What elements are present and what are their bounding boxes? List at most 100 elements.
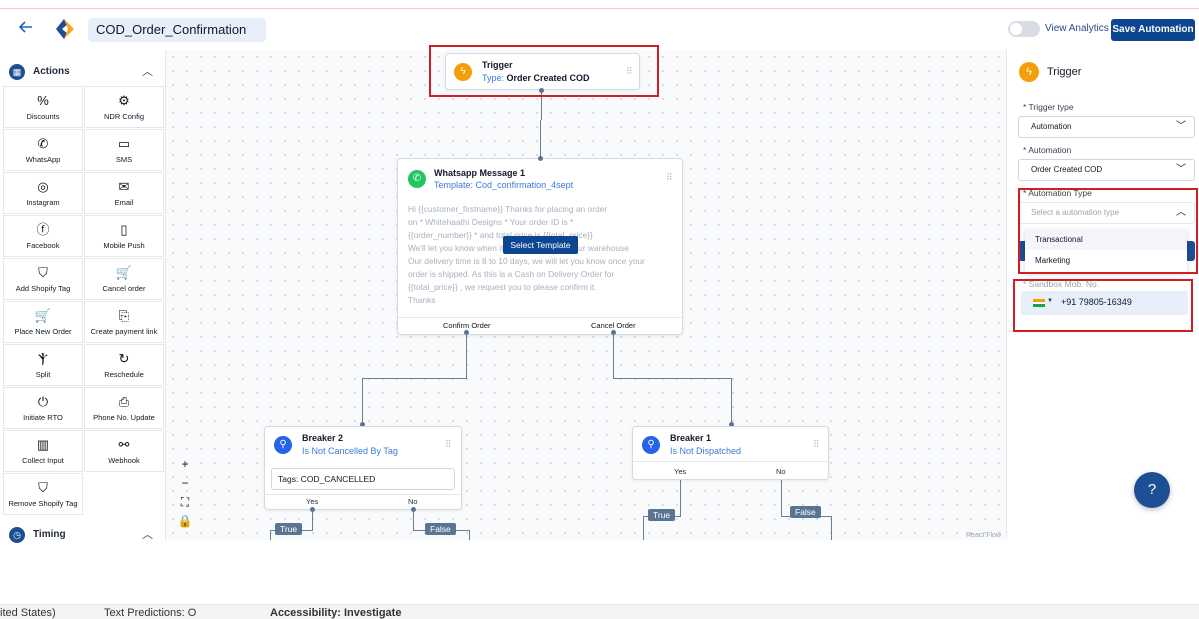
save-automation-button[interactable]: Save Automation — [1111, 19, 1195, 41]
preview-line: Hi {{customer_firstname}} Thanks for pla… — [408, 204, 608, 214]
breaker-2-subtitle: Is Not Cancelled By Tag — [302, 446, 398, 456]
wire — [680, 478, 681, 516]
lock-icon[interactable]: 🔒 — [176, 512, 194, 531]
confirm-order-output: Confirm Order — [443, 321, 491, 330]
node-divider — [398, 317, 684, 318]
timing-section-header[interactable]: ◷ Timing ︿ — [0, 515, 166, 549]
chevron-up-icon[interactable]: ︿ — [142, 526, 153, 542]
automation-select[interactable]: Order Created COD ﹀ — [1018, 159, 1195, 181]
action-collect-input[interactable]: ▥ Collect Input — [3, 430, 83, 472]
wire — [413, 510, 414, 530]
wire — [469, 530, 470, 540]
app-logo-icon — [52, 17, 76, 41]
action-phone-no-update[interactable]: ⎙ Phone No. Update — [84, 387, 164, 429]
action-label: Split — [35, 370, 51, 379]
action-create-payment-link[interactable]: ⎘ Create payment link — [84, 301, 164, 343]
action-mobile-push[interactable]: ▯ Mobile Push — [84, 215, 164, 257]
chevron-up-icon[interactable]: ︿ — [142, 63, 153, 79]
action-label: SMS — [115, 155, 133, 164]
highlight-box — [1013, 279, 1193, 332]
language-status[interactable]: ited States) — [0, 607, 56, 619]
action-discounts[interactable]: % Discounts — [3, 86, 83, 128]
wire — [643, 516, 644, 540]
action-label: Phone No. Update — [93, 413, 155, 422]
highlight-box — [1018, 188, 1198, 274]
action-label: Add Shopify Tag — [15, 284, 71, 293]
text-predictions-status[interactable]: Text Predictions: O — [104, 607, 196, 619]
trigger-type-select[interactable]: Automation ﹀ — [1018, 116, 1195, 138]
breaker-1-node[interactable]: ⚲ Breaker 1 Is Not Dispatched ⠿ Yes No — [632, 426, 829, 480]
accessibility-status[interactable]: Accessibility: Investigate — [270, 607, 401, 619]
yes-output: Yes — [306, 497, 319, 506]
action-webhook[interactable]: ⚯ Webhook — [84, 430, 164, 472]
automation-value: Order Created COD — [1031, 165, 1103, 174]
breaker-2-title: Breaker 2 — [302, 433, 344, 443]
breaker-1-subtitle: Is Not Dispatched — [670, 446, 742, 456]
node-divider — [633, 461, 828, 462]
action-add-shopify-tag[interactable]: ⛉ Add Shopify Tag — [3, 258, 83, 300]
template-value: Cod_confirmation_4sept — [475, 180, 574, 190]
action-reschedule[interactable]: ↻ Reschedule — [84, 344, 164, 386]
grid-icon: ▦ — [9, 64, 25, 80]
action-place-new-order[interactable]: 🛒 Place New Order — [3, 301, 83, 343]
action-label: WhatsApp — [25, 155, 61, 164]
mobile-push-icon: ▯ — [120, 222, 128, 237]
action-cancel-order[interactable]: 🛒 Cancel order — [84, 258, 164, 300]
action-sms[interactable]: ▭ SMS — [84, 129, 164, 171]
fit-view-icon[interactable]: ⛶ — [176, 493, 194, 512]
action-label: Mobile Push — [103, 241, 145, 250]
action-facebook[interactable]: ⓕ Facebook — [3, 215, 83, 257]
collect-input-icon: ▥ — [36, 437, 50, 452]
action-initiate-rto[interactable]: ⏻ Initiate RTO — [3, 387, 83, 429]
zoom-in-button[interactable]: + — [176, 455, 194, 474]
no-output: No — [408, 497, 418, 506]
email-icon: ✉ — [118, 179, 130, 194]
node-divider — [265, 494, 461, 495]
select-template-button[interactable]: Select Template — [503, 236, 578, 254]
react-flow-attribution[interactable]: React Flow — [966, 532, 1001, 539]
action-label: NDR Config — [103, 112, 144, 121]
chat-help-icon: ? — [1147, 481, 1157, 498]
action-instagram[interactable]: ◎ Instagram — [3, 172, 83, 214]
port — [310, 507, 315, 512]
view-analytics-toggle[interactable] — [1008, 21, 1040, 37]
action-label: Cancel order — [102, 284, 146, 293]
cancel-order-output: Cancel Order — [591, 321, 636, 330]
port — [611, 330, 616, 335]
cart-cancel-icon: 🛒 — [115, 265, 133, 280]
wire — [362, 378, 467, 379]
trigger-type-label: * Trigger type — [1023, 102, 1074, 112]
payment-link-icon: ⎘ — [118, 308, 130, 323]
top-accent-line — [0, 8, 1199, 9]
action-email[interactable]: ✉ Email — [84, 172, 164, 214]
view-analytics-label: View Analytics — [1045, 23, 1109, 34]
drag-handle-icon[interactable]: ⠿ — [666, 172, 673, 183]
shopify-icon: ⛉ — [38, 480, 48, 495]
help-chat-button[interactable]: ? — [1134, 472, 1170, 508]
true-edge-label: True — [648, 509, 676, 521]
wire — [540, 120, 541, 158]
highlight-box — [429, 45, 659, 97]
tags-field[interactable]: Tags: COD_CANCELLED — [271, 468, 455, 490]
template-label: Template: — [434, 180, 474, 190]
whatsapp-message-node[interactable]: ✆ Whatsapp Message 1 Template: Cod_confi… — [397, 158, 684, 335]
action-ndr-config[interactable]: ⚙ NDR Config — [84, 86, 164, 128]
chevron-down-icon: ﹀ — [1176, 164, 1186, 175]
preview-line: {{total_price}} , we request you to plea… — [408, 282, 597, 292]
drag-handle-icon[interactable]: ⠿ — [445, 439, 452, 450]
flow-canvas[interactable]: ϟ Trigger Type: Order Created COD ⠿ ✆ Wh… — [166, 45, 1006, 540]
automation-name-input[interactable]: COD_Order_Confirmation — [88, 18, 266, 42]
drag-handle-icon[interactable]: ⠿ — [813, 439, 820, 450]
action-whatsapp[interactable]: ✆ WhatsApp — [3, 129, 83, 171]
actions-section-header[interactable]: ▦ Actions ︿ — [0, 52, 166, 86]
whatsapp-icon: ✆ — [408, 170, 426, 188]
cart-icon: 🛒 — [34, 308, 52, 323]
back-arrow-icon[interactable] — [18, 19, 36, 39]
wire — [362, 378, 363, 424]
action-split[interactable]: Ⲯ Split — [3, 344, 83, 386]
zoom-out-button[interactable]: − — [176, 474, 194, 493]
wire — [781, 478, 782, 516]
action-remove-shopify-tag[interactable]: ⛉ Remove Shopify Tag — [3, 473, 83, 515]
false-edge-label: False — [790, 506, 821, 518]
breaker-2-node[interactable]: ⚲ Breaker 2 Is Not Cancelled By Tag ⠿ Ta… — [264, 426, 462, 510]
